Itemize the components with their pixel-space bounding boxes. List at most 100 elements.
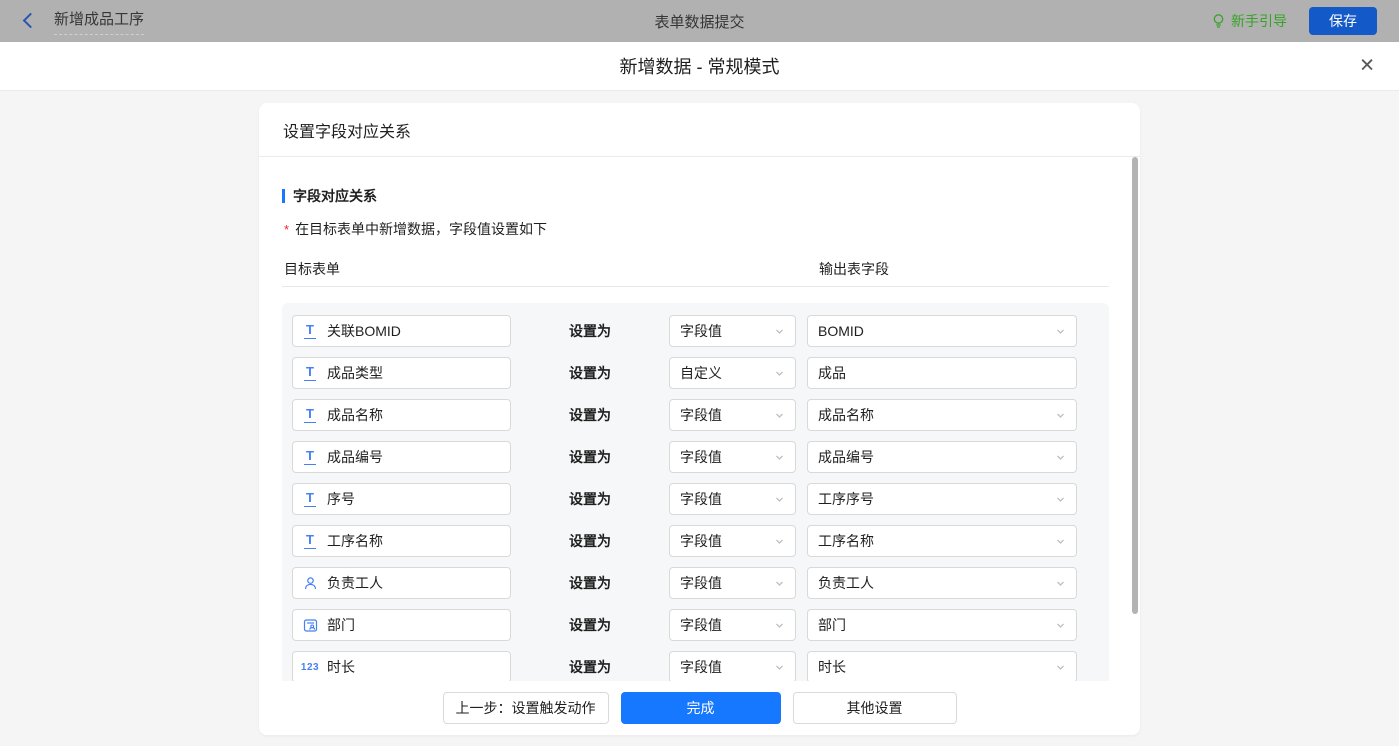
chevron-down-icon (1055, 452, 1066, 463)
output-field-select[interactable]: 工序序号 (807, 483, 1077, 515)
workflow-title: 新增成品工序 (54, 8, 145, 35)
value-mode-select[interactable]: 字段值 (669, 525, 796, 557)
mapping-row: T 序号 设置为 字段值 工序序号 (292, 483, 1099, 515)
target-field-label: 部门 (327, 617, 355, 633)
section-title: 字段对应关系 (293, 188, 377, 204)
output-field-select[interactable]: 部门 (807, 609, 1077, 641)
value-mode-value: 字段值 (680, 407, 722, 423)
panel-header: 设置字段对应关系 (259, 103, 1140, 157)
chevron-down-icon (1055, 578, 1066, 589)
modal-header: 新增数据 - 常规模式 ✕ (0, 42, 1399, 91)
set-as-label: 设置为 (569, 659, 611, 675)
value-mode-select[interactable]: 字段值 (669, 315, 796, 347)
modal-body: 设置字段对应关系 字段对应关系 * 在目标表单中新增数据，字段值设置如下 目标表… (0, 103, 1399, 746)
target-field-box[interactable]: T 成品类型 (292, 357, 511, 389)
output-field-select[interactable]: 成品 (807, 357, 1077, 389)
output-field-value: 成品编号 (818, 449, 874, 465)
output-field-select[interactable]: 成品名称 (807, 399, 1077, 431)
field-mapping-panel: 设置字段对应关系 字段对应关系 * 在目标表单中新增数据，字段值设置如下 目标表… (259, 103, 1140, 735)
value-mode-select[interactable]: 字段值 (669, 651, 796, 681)
output-field-select[interactable]: 成品编号 (807, 441, 1077, 473)
value-mode-value: 字段值 (680, 575, 722, 591)
scrollbar-thumb[interactable] (1132, 157, 1138, 614)
text-icon: T (304, 406, 316, 423)
done-button[interactable]: 完成 (620, 692, 781, 724)
mapping-row: 123 时长 设置为 字段值 时长 (292, 651, 1099, 681)
set-as-label: 设置为 (569, 491, 611, 507)
chevron-down-icon (1055, 662, 1066, 673)
column-header-target-form: 目标表单 (284, 261, 340, 277)
value-mode-select[interactable]: 字段值 (669, 567, 796, 599)
text-icon: T (304, 322, 316, 339)
target-field-box[interactable]: T 序号 (292, 483, 511, 515)
output-field-select[interactable]: 时长 (807, 651, 1077, 681)
text-icon: T (304, 364, 316, 381)
output-field-select[interactable]: BOMID (807, 315, 1077, 347)
target-field-box[interactable]: T 成品编号 (292, 441, 511, 473)
target-field-label: 工序名称 (327, 533, 383, 549)
mapping-rows-card: T 关联BOMID 设置为 字段值 BOMID T 成品类型 设置为 自定义 成… (282, 303, 1109, 681)
set-as-label: 设置为 (569, 449, 611, 465)
output-field-value: 负责工人 (818, 575, 874, 591)
previous-step-button[interactable]: 上一步：设置触发动作 (442, 692, 609, 724)
chevron-down-icon (774, 536, 785, 547)
value-mode-value: 自定义 (680, 365, 722, 381)
chevron-down-icon (1055, 494, 1066, 505)
mapping-row: T 关联BOMID 设置为 字段值 BOMID (292, 315, 1099, 347)
value-mode-select[interactable]: 字段值 (669, 609, 796, 641)
chevron-down-icon (774, 452, 785, 463)
target-field-box[interactable]: 123 时长 (292, 651, 511, 681)
chevron-down-icon (774, 494, 785, 505)
output-field-value: 工序序号 (818, 491, 874, 507)
save-button[interactable]: 保存 (1309, 7, 1377, 35)
text-icon: T (304, 532, 316, 549)
target-field-box[interactable]: 部门 (292, 609, 511, 641)
value-mode-select[interactable]: 字段值 (669, 441, 796, 473)
mapping-hint: 在目标表单中新增数据，字段值设置如下 (295, 221, 548, 237)
mapping-row: 部门 设置为 字段值 部门 (292, 609, 1099, 641)
back-icon[interactable] (22, 14, 36, 28)
number-icon: 123 (300, 661, 320, 673)
output-field-value: 时长 (818, 659, 846, 675)
target-field-box[interactable]: T 关联BOMID (292, 315, 511, 347)
set-as-label: 设置为 (569, 533, 611, 549)
target-field-label: 成品类型 (327, 365, 383, 381)
set-as-label: 设置为 (569, 617, 611, 633)
guide-label: 新手引导 (1231, 13, 1287, 29)
output-field-value: 成品 (818, 365, 846, 381)
value-mode-value: 字段值 (680, 449, 722, 465)
target-field-label: 时长 (327, 659, 355, 675)
target-field-box[interactable]: 负责工人 (292, 567, 511, 599)
output-field-select[interactable]: 负责工人 (807, 567, 1077, 599)
set-as-label: 设置为 (569, 575, 611, 591)
target-field-box[interactable]: T 工序名称 (292, 525, 511, 557)
mapping-row: T 成品名称 设置为 字段值 成品名称 (292, 399, 1099, 431)
target-field-label: 成品编号 (327, 449, 383, 465)
chevron-down-icon (774, 620, 785, 631)
chevron-down-icon (774, 578, 785, 589)
text-icon: T (304, 490, 316, 507)
value-mode-select[interactable]: 自定义 (669, 357, 796, 389)
value-mode-value: 字段值 (680, 323, 722, 339)
value-mode-select[interactable]: 字段值 (669, 483, 796, 515)
close-icon[interactable]: ✕ (1359, 57, 1375, 76)
target-field-box[interactable]: T 成品名称 (292, 399, 511, 431)
chevron-down-icon (1055, 410, 1066, 421)
value-mode-value: 字段值 (680, 491, 722, 507)
text-icon: T (304, 448, 316, 465)
value-mode-select[interactable]: 字段值 (669, 399, 796, 431)
panel-scroll-area: 字段对应关系 * 在目标表单中新增数据，字段值设置如下 目标表单 输出表字段 T… (259, 157, 1140, 681)
target-field-label: 序号 (327, 491, 355, 507)
value-mode-value: 字段值 (680, 659, 722, 675)
output-field-select[interactable]: 工序名称 (807, 525, 1077, 557)
chevron-down-icon (774, 662, 785, 673)
beginner-guide-link[interactable]: 新手引导 (1211, 11, 1287, 31)
other-settings-button[interactable]: 其他设置 (792, 692, 957, 724)
chevron-down-icon (1055, 326, 1066, 337)
required-asterisk: * (284, 222, 290, 237)
chevron-down-icon (774, 410, 785, 421)
mapping-row: T 工序名称 设置为 字段值 工序名称 (292, 525, 1099, 557)
modal-title: 新增数据 - 常规模式 (619, 57, 780, 77)
chevron-down-icon (1055, 620, 1066, 631)
mapping-row: T 成品类型 设置为 自定义 成品 (292, 357, 1099, 389)
